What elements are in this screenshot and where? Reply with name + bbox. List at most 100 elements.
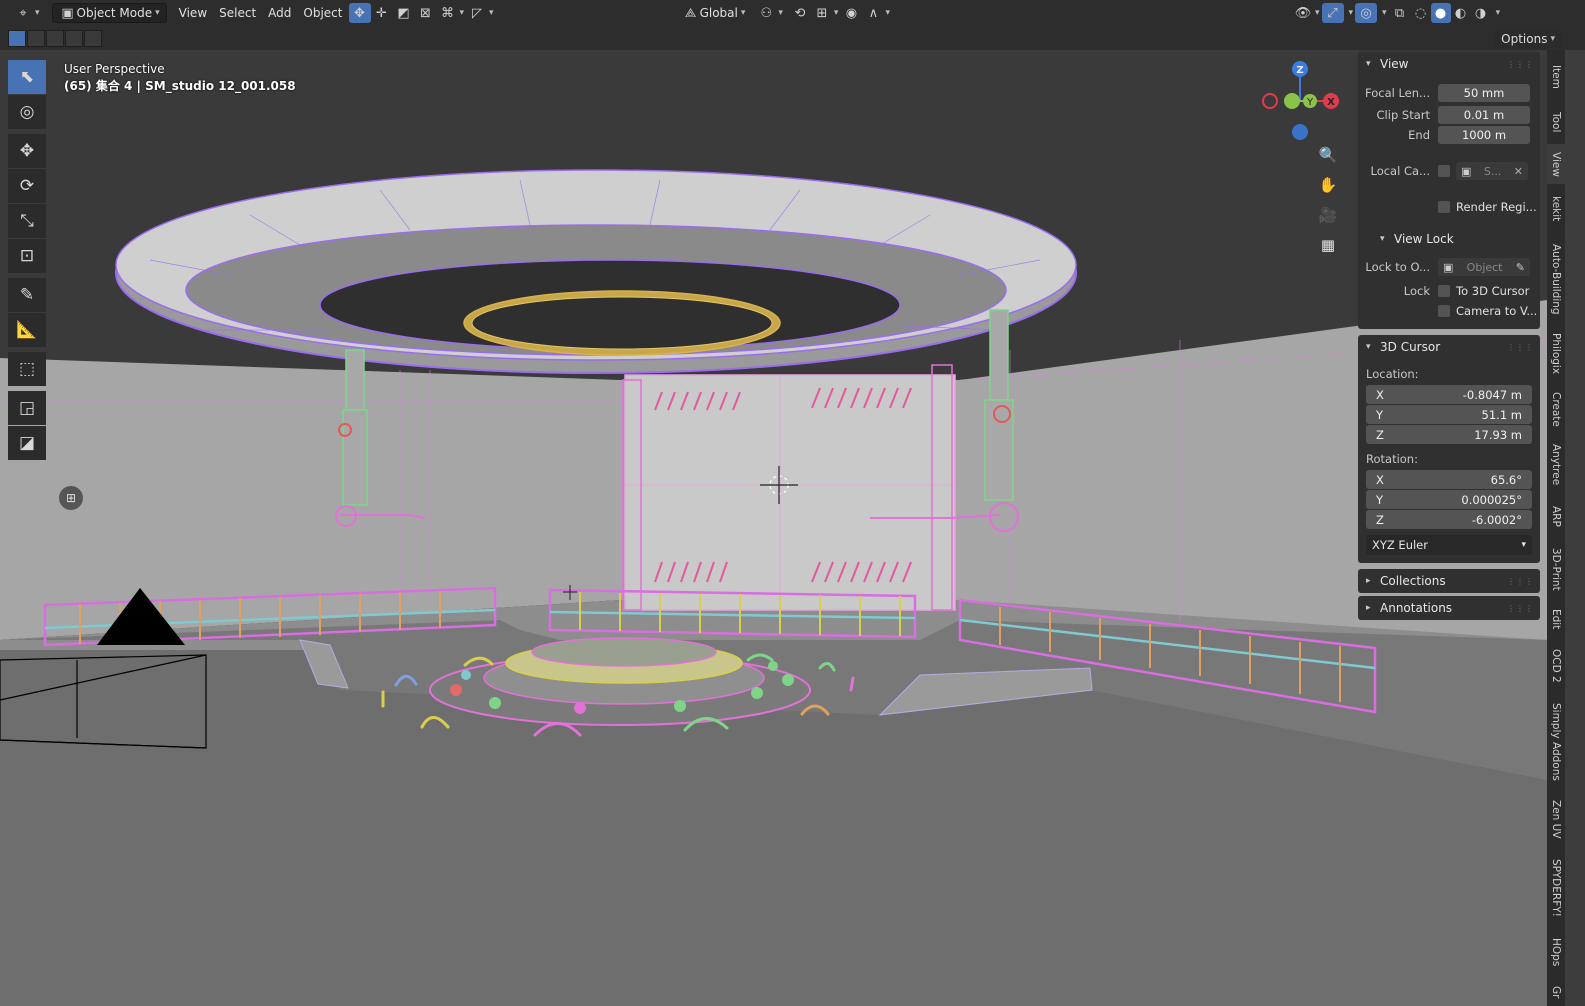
- menu-object[interactable]: Object: [297, 3, 348, 23]
- tab-item[interactable]: Item: [1547, 56, 1565, 98]
- clip-end-field[interactable]: 1000 m: [1438, 126, 1530, 144]
- axis-neg-y[interactable]: [1284, 93, 1300, 109]
- location-y-field[interactable]: Y 51.1 m: [1366, 405, 1532, 424]
- tab-kekit[interactable]: kekit: [1547, 188, 1565, 230]
- annotations-header[interactable]: ▸ Annotations ⋮⋮⋮: [1358, 596, 1540, 620]
- tab-simply-addons[interactable]: Simply Addons: [1547, 696, 1565, 788]
- select-intersect-mode[interactable]: [84, 29, 102, 47]
- drag-grip-icon[interactable]: ⋮⋮⋮: [1507, 577, 1534, 586]
- axis-neg-x[interactable]: [1262, 93, 1278, 109]
- tool-cursor[interactable]: ◎: [8, 95, 46, 129]
- tool-annotate[interactable]: ✎: [8, 278, 46, 312]
- shading-solid[interactable]: ●: [1430, 3, 1451, 23]
- tab-create[interactable]: Create: [1547, 384, 1565, 434]
- shading-options[interactable]: ▾: [1491, 3, 1503, 23]
- select-extend-mode[interactable]: [27, 29, 45, 47]
- tool-rotate[interactable]: ⟳: [8, 169, 46, 203]
- camera-to-view-checkbox[interactable]: [1438, 305, 1450, 317]
- tool-bevel-addon[interactable]: ◲: [8, 391, 46, 425]
- tab-tool[interactable]: Tool: [1547, 102, 1565, 142]
- lock-to-object-field[interactable]: ▣ Object ✎: [1438, 258, 1530, 276]
- tool-scale[interactable]: ⤡: [8, 204, 46, 238]
- local-camera-checkbox[interactable]: [1438, 165, 1450, 177]
- gizmo-toggle[interactable]: ⤢: [1321, 3, 1344, 23]
- drag-grip-icon[interactable]: ⋮⋮⋮: [1507, 604, 1534, 613]
- shading-wireframe[interactable]: ◌: [1411, 3, 1431, 23]
- overlays-toggle[interactable]: ◎: [1355, 3, 1378, 23]
- menu-select[interactable]: Select: [213, 3, 262, 23]
- collections-header[interactable]: ▸ Collections ⋮⋮⋮: [1358, 569, 1540, 593]
- tool-measure[interactable]: 📐: [8, 313, 46, 347]
- editor-type-button[interactable]: ⌖ ▾: [8, 3, 46, 23]
- rotation-y-field[interactable]: Y 0.000025°: [1366, 490, 1532, 509]
- snap-target-button[interactable]: ⌘ ▾: [437, 3, 467, 23]
- tab-arp[interactable]: ARP: [1547, 496, 1565, 536]
- snap-mode-button[interactable]: ⊞ ▾: [811, 3, 841, 23]
- tab-gr[interactable]: Gr: [1547, 978, 1565, 1006]
- pan-button[interactable]: ✋: [1316, 173, 1340, 197]
- sidebar-scroll-region[interactable]: [1565, 50, 1585, 1006]
- drag-grip-icon[interactable]: ⋮⋮⋮: [1507, 343, 1534, 352]
- tab-anytree[interactable]: Anytree: [1547, 438, 1565, 492]
- tab-spyderfy[interactable]: SPYDERFY!: [1547, 850, 1565, 926]
- rotation-x-field[interactable]: X 65.6°: [1366, 470, 1532, 489]
- menu-add[interactable]: Add: [262, 3, 297, 23]
- tab-3d-print[interactable]: 3D-Print: [1547, 540, 1565, 598]
- 3d-viewport[interactable]: User Perspective (65) 集合 4 | SM_studio 1…: [0, 50, 1547, 1006]
- toggle-quad-view-button[interactable]: ⊞: [59, 486, 83, 510]
- tab-ocd-2[interactable]: OCD 2: [1547, 640, 1565, 692]
- mode-dropdown[interactable]: ▣ Object Mode ▾: [51, 3, 167, 23]
- view-lock-header[interactable]: ▾ View Lock: [1358, 227, 1540, 251]
- camera-view-button[interactable]: 🎥: [1316, 203, 1340, 227]
- gizmo-options[interactable]: ▾: [1344, 3, 1356, 23]
- visibility-button[interactable]: 👁 ▾: [1292, 3, 1322, 23]
- shading-rendered[interactable]: ◑: [1471, 3, 1491, 23]
- eyedropper-icon[interactable]: ✎: [1516, 261, 1525, 274]
- menu-view[interactable]: View: [173, 3, 213, 23]
- rotation-mode-dropdown[interactable]: XYZ Euler ▾: [1366, 535, 1532, 555]
- navigation-gizmo[interactable]: Y X Z: [1258, 56, 1342, 146]
- tool-move[interactable]: ✥: [8, 134, 46, 168]
- view-panel-header[interactable]: ▾ View ⋮⋮⋮: [1358, 52, 1540, 76]
- falloff-button[interactable]: ∧ ▾: [862, 3, 892, 23]
- tool-transform[interactable]: ⊡: [8, 239, 46, 273]
- rotation-z-field[interactable]: Z -6.0002°: [1366, 510, 1532, 529]
- tab-hops[interactable]: HOps: [1547, 930, 1565, 974]
- xray-toggle[interactable]: ⧉: [1389, 3, 1411, 23]
- render-region-checkbox[interactable]: [1438, 201, 1450, 213]
- proportional-toggle[interactable]: ◉: [840, 3, 862, 23]
- tab-philogix[interactable]: Philogix: [1547, 328, 1565, 380]
- local-camera-field[interactable]: ▣ S... ✕: [1456, 162, 1528, 180]
- tool-select-box[interactable]: ⬉: [8, 60, 46, 94]
- axis-neg-z[interactable]: [1292, 124, 1308, 140]
- shading-material[interactable]: ◐: [1451, 3, 1471, 23]
- gizmo-rotate-toggle[interactable]: ✛: [371, 3, 393, 23]
- ortho-toggle-button[interactable]: ▦: [1316, 233, 1340, 257]
- gizmo-transform-toggle[interactable]: ⊠: [415, 3, 437, 23]
- tab-zen-uv[interactable]: Zen UV: [1547, 792, 1565, 846]
- orientation-dropdown[interactable]: ⟁ Global ▾: [676, 3, 752, 23]
- options-dropdown[interactable]: Options ▾: [1493, 29, 1563, 48]
- location-x-field[interactable]: X -0.8047 m: [1366, 385, 1532, 404]
- location-z-field[interactable]: Z 17.93 m: [1366, 425, 1532, 444]
- gizmo-scale-toggle[interactable]: ◩: [393, 3, 415, 23]
- zoom-button[interactable]: 🔍: [1316, 143, 1340, 167]
- select-invert-mode[interactable]: [65, 29, 83, 47]
- tab-view[interactable]: View: [1547, 144, 1565, 184]
- drag-grip-icon[interactable]: ⋮⋮⋮: [1507, 60, 1534, 69]
- tab-edit[interactable]: Edit: [1547, 602, 1565, 636]
- clip-start-field[interactable]: 0.01 m: [1438, 106, 1530, 124]
- focal-length-field[interactable]: 50 mm: [1438, 84, 1530, 102]
- snap-toggle[interactable]: ⟲: [789, 3, 811, 23]
- 3d-cursor-header[interactable]: ▾ 3D Cursor ⋮⋮⋮: [1358, 335, 1540, 359]
- select-new-mode[interactable]: [8, 29, 26, 47]
- gizmo-move-toggle[interactable]: ✥: [348, 3, 371, 23]
- select-subtract-mode[interactable]: [46, 29, 64, 47]
- lock-3d-cursor-checkbox[interactable]: [1438, 285, 1450, 297]
- tool-boolean-addon[interactable]: ◪: [8, 426, 46, 460]
- tab-auto-building[interactable]: Auto-Building: [1547, 234, 1565, 324]
- tool-add-cube[interactable]: ⬚: [8, 352, 46, 386]
- overlays-options[interactable]: ▾: [1377, 3, 1389, 23]
- transform-affect-button[interactable]: ◸ ▾: [466, 3, 496, 23]
- clear-x-icon[interactable]: ✕: [1514, 165, 1523, 178]
